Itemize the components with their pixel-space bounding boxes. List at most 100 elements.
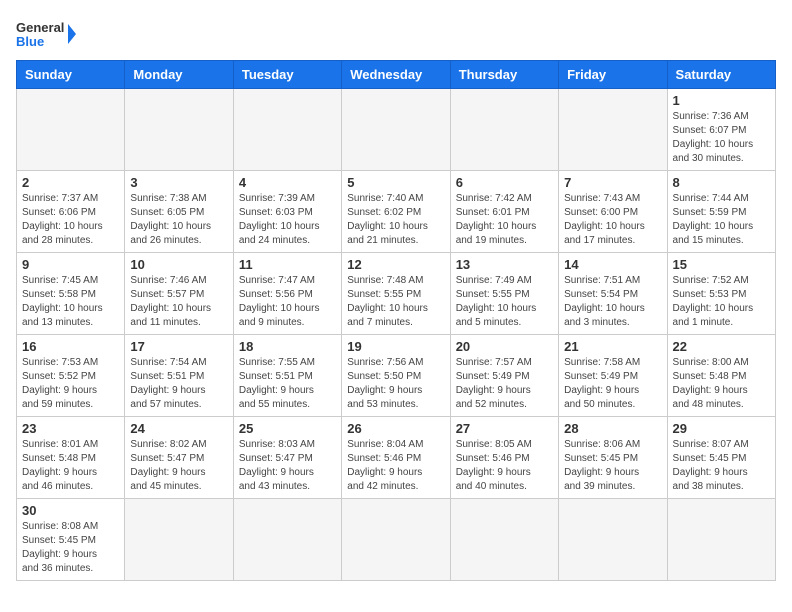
- day-info: Sunrise: 7:36 AM Sunset: 6:07 PM Dayligh…: [673, 110, 770, 166]
- day-info: Sunrise: 7:49 AM Sunset: 5:55 PM Dayligh…: [456, 274, 553, 330]
- day-info: Sunrise: 7:43 AM Sunset: 6:00 PM Dayligh…: [564, 192, 661, 248]
- calendar-cell: 17 Sunrise: 7:54 AM Sunset: 5:51 PM Dayli…: [125, 335, 233, 417]
- weekday-header-friday: Friday: [559, 61, 667, 89]
- day-number: 26: [347, 421, 444, 436]
- day-number: 25: [239, 421, 336, 436]
- calendar-cell: [450, 499, 558, 581]
- day-number: 5: [347, 175, 444, 190]
- calendar-cell: [125, 499, 233, 581]
- day-number: 1: [673, 93, 770, 108]
- day-number: 13: [456, 257, 553, 272]
- calendar-cell: 1 Sunrise: 7:36 AM Sunset: 6:07 PM Daylig…: [667, 89, 775, 171]
- calendar-cell: 25 Sunrise: 8:03 AM Sunset: 5:47 PM Dayli…: [233, 417, 341, 499]
- week-row-1: 1 Sunrise: 7:36 AM Sunset: 6:07 PM Daylig…: [17, 89, 776, 171]
- calendar-cell: 11 Sunrise: 7:47 AM Sunset: 5:56 PM Dayli…: [233, 253, 341, 335]
- day-info: Sunrise: 8:07 AM Sunset: 5:45 PM Dayligh…: [673, 438, 770, 494]
- logo-svg: General Blue: [16, 16, 76, 52]
- day-info: Sunrise: 7:45 AM Sunset: 5:58 PM Dayligh…: [22, 274, 119, 330]
- day-info: Sunrise: 7:42 AM Sunset: 6:01 PM Dayligh…: [456, 192, 553, 248]
- day-info: Sunrise: 8:04 AM Sunset: 5:46 PM Dayligh…: [347, 438, 444, 494]
- day-info: Sunrise: 7:58 AM Sunset: 5:49 PM Dayligh…: [564, 356, 661, 412]
- svg-text:General: General: [16, 20, 64, 35]
- calendar-cell: [667, 499, 775, 581]
- day-number: 10: [130, 257, 227, 272]
- calendar-cell: [559, 499, 667, 581]
- day-number: 4: [239, 175, 336, 190]
- week-row-5: 23 Sunrise: 8:01 AM Sunset: 5:48 PM Dayli…: [17, 417, 776, 499]
- day-number: 23: [22, 421, 119, 436]
- day-info: Sunrise: 7:55 AM Sunset: 5:51 PM Dayligh…: [239, 356, 336, 412]
- calendar-cell: 29Sunrise: 8:07 AM Sunset: 5:45 PM Dayli…: [667, 417, 775, 499]
- day-info: Sunrise: 7:56 AM Sunset: 5:50 PM Dayligh…: [347, 356, 444, 412]
- calendar-cell: 24Sunrise: 8:02 AM Sunset: 5:47 PM Dayli…: [125, 417, 233, 499]
- svg-text:Blue: Blue: [16, 34, 44, 49]
- day-info: Sunrise: 8:06 AM Sunset: 5:45 PM Dayligh…: [564, 438, 661, 494]
- day-number: 14: [564, 257, 661, 272]
- day-info: Sunrise: 7:46 AM Sunset: 5:57 PM Dayligh…: [130, 274, 227, 330]
- calendar-cell: [17, 89, 125, 171]
- day-info: Sunrise: 7:38 AM Sunset: 6:05 PM Dayligh…: [130, 192, 227, 248]
- calendar-cell: 13 Sunrise: 7:49 AM Sunset: 5:55 PM Dayli…: [450, 253, 558, 335]
- calendar-cell: 12 Sunrise: 7:48 AM Sunset: 5:55 PM Dayli…: [342, 253, 450, 335]
- calendar-cell: 30Sunrise: 8:08 AM Sunset: 5:45 PM Dayli…: [17, 499, 125, 581]
- day-info: Sunrise: 7:57 AM Sunset: 5:49 PM Dayligh…: [456, 356, 553, 412]
- calendar-cell: 3Sunrise: 7:38 AM Sunset: 6:05 PM Daylig…: [125, 171, 233, 253]
- day-number: 22: [673, 339, 770, 354]
- weekday-header-row: SundayMondayTuesdayWednesdayThursdayFrid…: [17, 61, 776, 89]
- calendar-cell: 7 Sunrise: 7:43 AM Sunset: 6:00 PM Daylig…: [559, 171, 667, 253]
- calendar-cell: 6Sunrise: 7:42 AM Sunset: 6:01 PM Daylig…: [450, 171, 558, 253]
- week-row-4: 16Sunrise: 7:53 AM Sunset: 5:52 PM Dayli…: [17, 335, 776, 417]
- calendar-cell: 19Sunrise: 7:56 AM Sunset: 5:50 PM Dayli…: [342, 335, 450, 417]
- calendar-cell: 20 Sunrise: 7:57 AM Sunset: 5:49 PM Dayli…: [450, 335, 558, 417]
- day-number: 8: [673, 175, 770, 190]
- week-row-2: 2 Sunrise: 7:37 AM Sunset: 6:06 PM Daylig…: [17, 171, 776, 253]
- calendar-cell: 10 Sunrise: 7:46 AM Sunset: 5:57 PM Dayli…: [125, 253, 233, 335]
- weekday-header-monday: Monday: [125, 61, 233, 89]
- day-info: Sunrise: 7:54 AM Sunset: 5:51 PM Dayligh…: [130, 356, 227, 412]
- weekday-header-saturday: Saturday: [667, 61, 775, 89]
- day-info: Sunrise: 8:05 AM Sunset: 5:46 PM Dayligh…: [456, 438, 553, 494]
- week-row-3: 9 Sunrise: 7:45 AM Sunset: 5:58 PM Daylig…: [17, 253, 776, 335]
- calendar-table: SundayMondayTuesdayWednesdayThursdayFrid…: [16, 60, 776, 581]
- day-info: Sunrise: 7:44 AM Sunset: 5:59 PM Dayligh…: [673, 192, 770, 248]
- day-info: Sunrise: 7:52 AM Sunset: 5:53 PM Dayligh…: [673, 274, 770, 330]
- day-info: Sunrise: 8:03 AM Sunset: 5:47 PM Dayligh…: [239, 438, 336, 494]
- calendar-cell: 8 Sunrise: 7:44 AM Sunset: 5:59 PM Daylig…: [667, 171, 775, 253]
- calendar-cell: 14 Sunrise: 7:51 AM Sunset: 5:54 PM Dayli…: [559, 253, 667, 335]
- week-row-6: 30Sunrise: 8:08 AM Sunset: 5:45 PM Dayli…: [17, 499, 776, 581]
- day-number: 7: [564, 175, 661, 190]
- day-number: 21: [564, 339, 661, 354]
- calendar-cell: [125, 89, 233, 171]
- day-number: 20: [456, 339, 553, 354]
- day-number: 2: [22, 175, 119, 190]
- weekday-header-sunday: Sunday: [17, 61, 125, 89]
- day-number: 18: [239, 339, 336, 354]
- day-number: 9: [22, 257, 119, 272]
- calendar-cell: 2 Sunrise: 7:37 AM Sunset: 6:06 PM Daylig…: [17, 171, 125, 253]
- day-info: Sunrise: 7:40 AM Sunset: 6:02 PM Dayligh…: [347, 192, 444, 248]
- calendar-cell: 28Sunrise: 8:06 AM Sunset: 5:45 PM Dayli…: [559, 417, 667, 499]
- day-info: Sunrise: 8:08 AM Sunset: 5:45 PM Dayligh…: [22, 520, 119, 576]
- page-header: General Blue: [16, 16, 776, 52]
- weekday-header-tuesday: Tuesday: [233, 61, 341, 89]
- day-info: Sunrise: 8:01 AM Sunset: 5:48 PM Dayligh…: [22, 438, 119, 494]
- day-info: Sunrise: 8:02 AM Sunset: 5:47 PM Dayligh…: [130, 438, 227, 494]
- calendar-cell: 16Sunrise: 7:53 AM Sunset: 5:52 PM Dayli…: [17, 335, 125, 417]
- calendar-cell: [450, 89, 558, 171]
- calendar-cell: [559, 89, 667, 171]
- logo: General Blue: [16, 16, 76, 52]
- calendar-cell: 4 Sunrise: 7:39 AM Sunset: 6:03 PM Daylig…: [233, 171, 341, 253]
- calendar-cell: [342, 499, 450, 581]
- day-number: 11: [239, 257, 336, 272]
- day-info: Sunrise: 7:51 AM Sunset: 5:54 PM Dayligh…: [564, 274, 661, 330]
- day-info: Sunrise: 7:48 AM Sunset: 5:55 PM Dayligh…: [347, 274, 444, 330]
- day-number: 17: [130, 339, 227, 354]
- day-info: Sunrise: 7:37 AM Sunset: 6:06 PM Dayligh…: [22, 192, 119, 248]
- day-number: 12: [347, 257, 444, 272]
- calendar-cell: 9 Sunrise: 7:45 AM Sunset: 5:58 PM Daylig…: [17, 253, 125, 335]
- calendar-cell: 27Sunrise: 8:05 AM Sunset: 5:46 PM Dayli…: [450, 417, 558, 499]
- day-info: Sunrise: 7:39 AM Sunset: 6:03 PM Dayligh…: [239, 192, 336, 248]
- calendar-cell: [342, 89, 450, 171]
- calendar-cell: 22Sunrise: 8:00 AM Sunset: 5:48 PM Dayli…: [667, 335, 775, 417]
- day-info: Sunrise: 7:47 AM Sunset: 5:56 PM Dayligh…: [239, 274, 336, 330]
